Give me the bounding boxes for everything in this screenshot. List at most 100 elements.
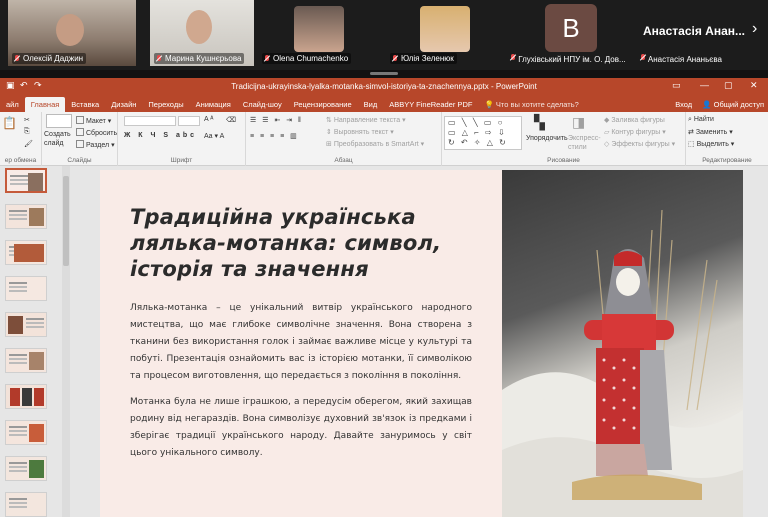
layout-button[interactable]: Макет ▾: [76, 116, 111, 125]
participant-name: Olena Chumachenko: [262, 53, 352, 64]
thumbnail-image: [5, 240, 47, 265]
format-painter-icon[interactable]: 🖌: [24, 140, 33, 148]
group-label: Шрифт: [170, 157, 193, 164]
group-label: ер обмена: [4, 157, 37, 164]
thumbnail-image: [5, 384, 47, 409]
mic-off-icon: [510, 54, 516, 62]
tab-design[interactable]: Дизайн: [105, 97, 142, 112]
new-slide-button[interactable]: Создать слайд: [44, 130, 74, 148]
group-label: Слайды: [67, 157, 92, 164]
shape-outline-button[interactable]: ▱ Контур фигуры ▾: [604, 128, 666, 136]
shapes-gallery[interactable]: ▭ ╲ ╲ ▭ ○ ▭ △ ⌐ ⇨ ⇩ ↻ ↶ ✧ △ ↻ ⌐ { } ★: [444, 116, 522, 150]
share-button[interactable]: 👤 Общий доступ: [702, 100, 764, 109]
slide-thumbnail[interactable]: [0, 418, 62, 446]
ribbon-tabs: айл Главная Вставка Дизайн Переходы Аним…: [0, 96, 768, 112]
tab-abbyy[interactable]: ABBYY FineReader PDF: [383, 97, 478, 112]
slide-thumbnail[interactable]: [0, 382, 62, 410]
font-size-select[interactable]: [178, 116, 200, 126]
smartart-button[interactable]: ⊞ Преобразовать в SmartArt ▾: [326, 140, 424, 148]
reset-icon: [76, 128, 84, 136]
paste-icon[interactable]: 📋: [2, 116, 17, 130]
slide-thumbnail[interactable]: [0, 454, 62, 482]
smartart-icon: ⊞: [326, 141, 334, 148]
group-label: Абзац: [334, 157, 353, 164]
participant-face: [56, 14, 84, 46]
font-name-select[interactable]: [124, 116, 176, 126]
powerpoint-window: ▣ ↶ ↷ Tradicijna-ukrayinska-lyalka-motan…: [0, 78, 768, 517]
slide-paragraph: Лялька-мотанка – це унікальний витвір ук…: [130, 303, 472, 381]
slide-thumbnail[interactable]: [0, 202, 62, 230]
slide-thumbnail[interactable]: [0, 310, 62, 338]
grow-font-icon[interactable]: A ᴬ: [204, 116, 213, 123]
participant-face: [294, 6, 344, 52]
group-paragraph: ☰ ☰ ⇤ ⇥ ‖ ≡ ≡ ≡ ≡ ▥ ⇅ Направление текста…: [246, 112, 442, 166]
shape-fill-button[interactable]: ◆ Заливка фигуры: [604, 116, 665, 124]
signin-link[interactable]: Вход: [675, 100, 692, 109]
tab-slideshow[interactable]: Слайд-шоу: [237, 97, 288, 112]
slide-thumbnail[interactable]: [0, 166, 62, 194]
close-icon[interactable]: ✕: [750, 80, 758, 91]
tab-home[interactable]: Главная: [24, 97, 66, 112]
avatar[interactable]: B: [545, 4, 597, 52]
maximize-icon[interactable]: ▢: [724, 80, 733, 91]
arrange-button[interactable]: Упорядочить: [526, 134, 568, 143]
participant-tile-4[interactable]: Юлія Зеленюк: [386, 0, 502, 66]
replace-button[interactable]: ⇄ Заменить ▾: [688, 128, 733, 136]
slide-thumbnail[interactable]: [0, 490, 62, 517]
thumbnail-image: [5, 204, 47, 229]
slide-title[interactable]: Традиційна українська лялька-мотанка: си…: [130, 204, 490, 282]
participant-tile-1[interactable]: Олексій Даджин: [8, 0, 136, 66]
font-color-icon[interactable]: Aa ▾ A: [204, 132, 224, 140]
tell-me-search[interactable]: 💡 Что вы хотите сделать?: [478, 97, 584, 112]
group-label: Редактирование: [702, 157, 752, 164]
video-conference-strip: Олексій Даджин Марина Кушнєрьова Olena C…: [0, 0, 768, 75]
clear-format-icon[interactable]: ⌫: [226, 116, 236, 124]
participant-tile-3[interactable]: Olena Chumachenko: [258, 0, 382, 66]
scrollbar-thumb[interactable]: [63, 176, 69, 266]
copy-icon[interactable]: ⎘: [24, 128, 30, 136]
slide-thumbnail[interactable]: [0, 238, 62, 266]
font-style-buttons[interactable]: Ж К Ч S abc: [124, 132, 197, 139]
replace-icon: ⇄: [688, 129, 696, 136]
ribbon-options-icon[interactable]: ▭: [672, 80, 681, 91]
slide-thumbnail[interactable]: [0, 274, 62, 302]
participant-tile-2[interactable]: Марина Кушнєрьова: [150, 0, 254, 66]
participant-face: [186, 10, 212, 44]
group-font: A ᴬ ⌫ Ж К Ч S abc Aa ▾ A Шрифт: [118, 112, 246, 166]
align-buttons[interactable]: ≡ ≡ ≡ ≡ ▥: [250, 132, 299, 140]
quick-styles-button[interactable]: Экспресс-стили: [568, 134, 601, 152]
select-button[interactable]: ⬚ Выделить ▾: [688, 140, 734, 148]
slide-thumbnail[interactable]: [0, 346, 62, 374]
shape-effects-button[interactable]: ◇ Эффекты фигуры ▾: [604, 140, 675, 148]
reset-button[interactable]: Сбросить: [76, 128, 117, 137]
thumbnail-image: [5, 168, 47, 193]
slide-vertical-scrollbar[interactable]: [746, 166, 768, 517]
cut-icon[interactable]: ✂: [24, 116, 30, 124]
mic-off-icon: [156, 54, 162, 63]
user-icon: 👤: [702, 100, 712, 109]
more-icon[interactable]: ›: [752, 20, 757, 38]
list-buttons[interactable]: ☰ ☰ ⇤ ⇥ ‖: [250, 116, 303, 124]
tab-transitions[interactable]: Переходы: [142, 97, 189, 112]
text-direction-button[interactable]: ⇅ Направление текста ▾: [326, 116, 406, 124]
tab-view[interactable]: Вид: [358, 97, 384, 112]
slide-canvas[interactable]: Традиційна українська лялька-мотанка: си…: [100, 170, 743, 517]
tab-review[interactable]: Рецензирование: [288, 97, 358, 112]
slide-body[interactable]: Лялька-мотанка – це унікальний витвір ук…: [130, 300, 472, 471]
align-text-button[interactable]: ⇕ Выровнять текст ▾: [326, 128, 394, 136]
tab-animations[interactable]: Анимация: [190, 97, 237, 112]
strip-handle[interactable]: [370, 72, 398, 75]
select-icon: ⬚: [688, 141, 697, 148]
participant-name: Глухівський НПУ ім. О. Дов...: [510, 54, 626, 64]
minimize-icon[interactable]: —: [700, 80, 709, 90]
thumbnails-scrollbar[interactable]: [62, 166, 70, 517]
section-button[interactable]: Раздел ▾: [76, 140, 115, 149]
align-text-icon: ⇕: [326, 129, 334, 136]
mic-off-icon: [14, 54, 20, 63]
mic-off-icon: [640, 54, 646, 62]
motanka-photo[interactable]: [502, 170, 743, 517]
layout-icon: [76, 116, 84, 124]
find-button[interactable]: ⌕ Найти: [688, 116, 714, 124]
tab-file[interactable]: айл: [0, 97, 25, 112]
tab-insert[interactable]: Вставка: [65, 97, 105, 112]
